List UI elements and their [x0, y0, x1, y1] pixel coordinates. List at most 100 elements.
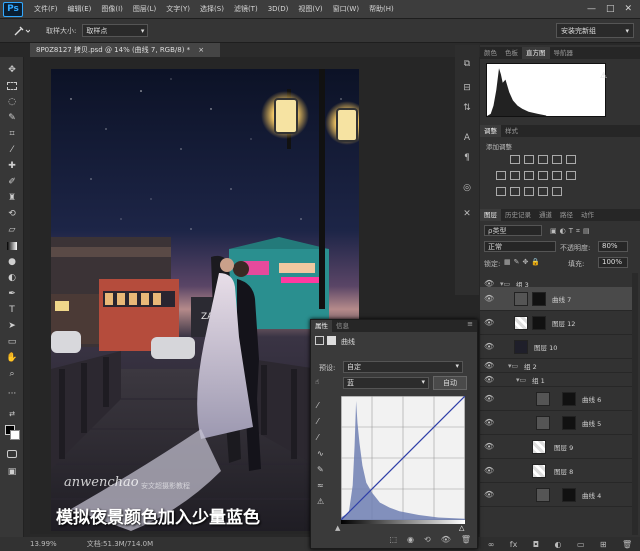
- gray-point-eyedropper-icon[interactable]: ⁄: [317, 414, 324, 430]
- tab-layers[interactable]: 图层: [480, 209, 501, 221]
- tab-properties[interactable]: 属性: [311, 320, 332, 332]
- rectangle-tool-icon[interactable]: ▭: [4, 335, 20, 349]
- tab-navigator[interactable]: 导航器: [550, 47, 578, 59]
- eyedropper-tool-icon[interactable]: ⁄: [4, 143, 20, 157]
- menu-view[interactable]: 视图(V): [293, 4, 327, 14]
- tools-preset-icon[interactable]: ✕: [459, 207, 475, 221]
- auto-button[interactable]: 自动: [433, 376, 467, 390]
- layer-row-curves-4[interactable]: 👁 曲线 4: [480, 483, 632, 507]
- document-tab[interactable]: 8P0Z8127 拷贝.psd @ 14% (曲线 7, RGB/8) * ×: [30, 43, 220, 57]
- maximize-button[interactable]: □: [606, 4, 615, 14]
- layer-row-layer-8[interactable]: 👁 图层 8: [480, 459, 632, 483]
- tab-histogram[interactable]: 直方图: [522, 47, 550, 59]
- photo-filter-icon[interactable]: [538, 171, 548, 180]
- tab-adjustments[interactable]: 调整: [480, 125, 501, 137]
- eye-icon[interactable]: 👁: [484, 294, 494, 303]
- fill-field[interactable]: 100%: [598, 257, 628, 268]
- menu-window[interactable]: 窗口(W): [328, 4, 364, 14]
- eye-icon[interactable]: 👁: [484, 375, 494, 384]
- quick-mask-icon[interactable]: [4, 447, 20, 461]
- posterize-icon[interactable]: [510, 187, 520, 196]
- blur-tool-icon[interactable]: ●: [4, 255, 20, 269]
- warning-icon[interactable]: ⚠: [600, 71, 607, 80]
- minimize-button[interactable]: —: [587, 4, 596, 14]
- quick-select-tool-icon[interactable]: ✎: [4, 111, 20, 125]
- white-point-eyedropper-icon[interactable]: ⁄: [317, 430, 324, 446]
- eye-icon[interactable]: 👁: [484, 442, 494, 451]
- mask-icon[interactable]: [327, 336, 336, 345]
- tab-history[interactable]: 历史记录: [501, 209, 535, 221]
- swap-colors-icon[interactable]: ⇄: [4, 407, 20, 421]
- new-group-icon[interactable]: ▭: [577, 540, 585, 549]
- lock-icons[interactable]: ▦✎✥🔒: [504, 258, 543, 266]
- close-tab-icon[interactable]: ×: [198, 46, 204, 54]
- panel-menu-icon[interactable]: ≡: [467, 320, 477, 332]
- layer-row-layer-10[interactable]: 👁 图层 10: [480, 335, 632, 359]
- layer-row-layer-12[interactable]: 👁 图层 12: [480, 311, 632, 335]
- tab-actions[interactable]: 动作: [577, 209, 598, 221]
- exposure-icon[interactable]: [552, 155, 562, 164]
- blend-mode-select[interactable]: 正常: [484, 241, 556, 252]
- pen-tool-icon[interactable]: ✒: [4, 287, 20, 301]
- clip-to-layer-icon[interactable]: ⬚: [389, 535, 397, 549]
- paragraph-panel-icon[interactable]: ¶: [459, 151, 475, 165]
- edit-points-icon[interactable]: ∿: [317, 446, 324, 462]
- layer-row-curves-5[interactable]: 👁 曲线 5: [480, 411, 632, 435]
- sample-size-select[interactable]: 取样点 ▾: [82, 24, 149, 37]
- black-slider-icon[interactable]: ▲: [335, 524, 340, 532]
- screen-mode-icon[interactable]: ▣: [4, 465, 20, 479]
- eye-icon[interactable]: 👁: [484, 318, 494, 327]
- gradient-map-icon[interactable]: [538, 187, 548, 196]
- threshold-icon[interactable]: [524, 187, 534, 196]
- levels-icon[interactable]: [524, 155, 534, 164]
- dodge-tool-icon[interactable]: ◐: [4, 271, 20, 285]
- eye-icon[interactable]: 👁: [484, 394, 494, 403]
- draw-curve-icon[interactable]: ✎: [317, 462, 324, 478]
- menu-select[interactable]: 选择(S): [195, 4, 229, 14]
- brightness-icon[interactable]: [510, 155, 520, 164]
- channel-mixer-icon[interactable]: [552, 171, 562, 180]
- character-panel-icon[interactable]: A: [459, 131, 475, 145]
- filter-icons[interactable]: ▣◐T⌗▤: [550, 227, 593, 236]
- hue-saturation-icon[interactable]: [496, 171, 506, 180]
- zoom-level[interactable]: 13.99%: [30, 540, 57, 548]
- lasso-tool-icon[interactable]: ◌: [4, 95, 20, 109]
- opacity-field[interactable]: 80%: [598, 241, 628, 252]
- eye-icon[interactable]: 👁: [484, 490, 494, 499]
- crop-tool-icon[interactable]: ⌗: [4, 127, 20, 141]
- eye-icon[interactable]: 👁: [484, 418, 494, 427]
- marquee-tool-icon[interactable]: [4, 79, 20, 93]
- clone-stamp-tool-icon[interactable]: ♜: [4, 191, 20, 205]
- reset-icon[interactable]: ⟲: [424, 535, 431, 549]
- brush-tool-icon[interactable]: ✐: [4, 175, 20, 189]
- view-previous-icon[interactable]: ◉: [407, 535, 414, 549]
- new-layer-icon[interactable]: ⊞: [600, 540, 607, 549]
- layer-row-group-1[interactable]: 👁 ▾▭ 组 1: [480, 373, 632, 387]
- history-panel-icon[interactable]: ⧉: [459, 57, 475, 71]
- eye-icon[interactable]: 👁: [484, 361, 494, 370]
- zoom-tool-icon[interactable]: ⌕: [4, 367, 20, 381]
- eyedropper-preset-picker[interactable]: [6, 22, 36, 40]
- channel-select[interactable]: 蓝 ▾: [343, 377, 429, 389]
- color-lookup-icon[interactable]: [566, 171, 576, 180]
- tab-styles[interactable]: 样式: [501, 125, 522, 137]
- adjust-panel-icon[interactable]: ⇅: [459, 101, 475, 115]
- new-adjustment-icon[interactable]: ◐: [555, 540, 562, 549]
- menu-type[interactable]: 文字(Y): [161, 4, 195, 14]
- tab-paths[interactable]: 路径: [556, 209, 577, 221]
- close-button[interactable]: ✕: [624, 4, 632, 14]
- layer-row-curves-7[interactable]: 👁 曲线 7: [480, 287, 632, 311]
- tab-color[interactable]: 颜色: [480, 47, 501, 59]
- color-balance-icon[interactable]: [510, 171, 520, 180]
- smooth-curve-icon[interactable]: ≈: [317, 478, 324, 494]
- eye-icon[interactable]: 👁: [484, 466, 494, 475]
- menu-3d[interactable]: 3D(D): [263, 5, 294, 13]
- layer-filter-select[interactable]: ρ类型: [484, 225, 542, 236]
- eraser-tool-icon[interactable]: ▱: [4, 223, 20, 237]
- layers-scrollbar[interactable]: [632, 273, 638, 535]
- menu-file[interactable]: 文件(F): [29, 4, 63, 14]
- menu-help[interactable]: 帮助(H): [364, 4, 399, 14]
- more-tools-icon[interactable]: ···: [4, 387, 20, 401]
- visibility-icon[interactable]: 👁: [441, 535, 451, 549]
- invert-icon[interactable]: [496, 187, 506, 196]
